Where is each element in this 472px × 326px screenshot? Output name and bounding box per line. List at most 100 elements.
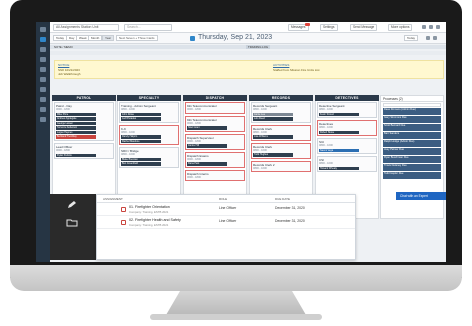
clock-icon[interactable] [40,97,46,102]
calendar-date-icon[interactable] [190,36,195,41]
range-select[interactable]: Next Seven + Three Cards [116,35,158,41]
process-item[interactable]: Gary Simmons Due [383,116,441,123]
person-chip[interactable]: John Rowe [121,112,162,117]
table-row[interactable]: 02. Firefighter Health and Safety Company… [97,216,355,229]
person-chip[interactable]: Robert Stone [319,130,360,135]
shift-card[interactable]: Dispatch Exams 0600 - 1800 Dana Park [185,151,245,168]
home-icon[interactable] [40,37,46,42]
processes-search[interactable] [383,103,441,107]
calendar-icon[interactable] [40,47,46,52]
month-button[interactable]: Month [88,35,103,41]
shift-card[interactable]: Records Clerk 0800 - 1600 Lisa Williams [251,124,311,141]
person-chip[interactable]: Mike Price [56,112,97,117]
person-chip[interactable]: Janice Hill [187,144,228,148]
process-item[interactable]: Ralph Hodge (Admin Due) [383,140,441,147]
document-icon[interactable] [40,107,46,112]
table-row[interactable]: 01. Firefighter Orientation Company: Trai… [97,203,355,216]
person-chip[interactable]: Dylan Perkins [56,153,97,158]
shift-card[interactable]: Detectives 0800 - 1600 Robert Stone [317,120,377,137]
bell-icon[interactable] [429,25,433,29]
shift-card[interactable]: SRO / Bridge 0800 - 1600 Blake Brennan Ben … [119,147,179,169]
person-chip[interactable]: Jamie Lee [253,112,294,117]
person-chip[interactable]: Jed Rhoades [121,117,162,121]
help-icon[interactable] [422,25,426,29]
badge-icon[interactable] [40,87,46,92]
shift-card[interactable]: 911 Telecommunicator 0600 - 1800 Noel Gran… [185,115,245,132]
settings-icon[interactable] [40,117,46,122]
desktop-scene: All Assignments Station Unit Search... M… [0,0,472,326]
person-chip[interactable]: Randy Halprin [121,135,162,139]
person-chip[interactable]: Andrew Applegate [56,117,97,121]
next-icon[interactable] [433,36,437,40]
person-row: John Rowe [121,112,177,117]
person-chip[interactable]: Rachel Mandore [121,139,162,144]
today-right-button[interactable]: Today [404,35,419,41]
year-button[interactable]: Year [102,35,115,41]
user-icon[interactable] [436,25,440,29]
shift-card[interactable]: Dispatch Interns 0600 - 1800 [185,169,245,182]
people-icon[interactable] [40,57,46,62]
person-chip[interactable]: Howard Wheaty [319,166,360,171]
person-chip[interactable]: Todd Hughes [253,153,294,157]
shift-card[interactable]: Lead Officer 0600 - 1800 Dylan Perkins [54,143,114,160]
person-chip[interactable]: George Larsen [56,121,97,126]
assignment-checkbox[interactable] [121,220,126,225]
chat-button[interactable]: Chat with an Expert [396,192,446,200]
training-tag[interactable]: TRAINING LOG [246,45,271,49]
person-chip[interactable]: Kevin Stroud [319,112,360,117]
shift-card[interactable]: 911 Telecommunicator 0600 - 1800 [185,102,245,114]
shift-card[interactable]: SIU 0800 - 1600 Naomi Vega [317,138,377,155]
clipboard-icon[interactable] [40,67,46,72]
memo-tag[interactable]: NOTE / MEMO [52,45,75,49]
person-row: Lisa Williams [253,135,309,139]
process-item[interactable]: Joey Palmer Due [383,148,441,155]
shift-card[interactable]: Detective Sergeant 0800 - 1600 Kevin Strou… [317,102,377,119]
process-item[interactable]: Scott Bernard Due [383,124,441,131]
shift-card[interactable]: Records Clerk 2 0800 - 1600 [251,160,311,173]
assignment-due-date: December 31, 2020 [275,206,305,210]
shift-card[interactable]: CSI 0800 - 1600 Howard Wheaty [317,156,377,173]
shift-card[interactable]: Records Clerk 0800 - 1600 Todd Hughes [251,142,311,159]
subtitle-strip [50,51,446,55]
person-chip[interactable]: Lisa Williams [253,135,294,139]
pen-icon[interactable] [66,200,78,209]
today-button[interactable]: Today [53,35,68,41]
folder-icon[interactable] [66,218,78,227]
shift-card[interactable]: Records Sergeant 0800 - 1600 Jamie Lee Lois… [251,102,311,123]
person-chip[interactable]: Blake Brennan [121,157,162,162]
process-item[interactable]: Ryan Buschman Due [383,156,441,163]
shift-card[interactable]: Training - Admin Sergeant 0800 - 1600 John… [119,102,179,123]
shift-card[interactable]: K-9 0800 - 1600 Randy Halprin Rachel Mandor… [119,124,179,146]
menu-icon[interactable] [40,27,46,32]
send-message-button[interactable]: Send Message [350,24,378,31]
assignment-role: Line Officer [219,206,237,210]
more-options-button[interactable]: More options [388,24,413,31]
person-chip[interactable]: Noel Grant [187,126,228,130]
person-row: Kevin Stroud [319,112,375,117]
settings-button[interactable]: Settings [320,24,338,31]
person-chip[interactable]: Bertrand Tremblay [56,135,97,140]
process-item[interactable]: Todd Hepler Due [383,172,441,179]
chart-icon[interactable] [40,77,46,82]
process-item[interactable]: Dave Romano (Admin Due) [383,108,441,115]
person-chip[interactable]: Ben Greenfield [121,162,162,167]
person-chip[interactable]: Lois Reed [253,117,294,121]
search-input[interactable]: Search... [124,24,172,31]
assignment-title: 01. Firefighter Orientation [129,205,170,209]
person-chip[interactable]: Logan Haynes [56,130,97,135]
messages-button[interactable]: Messages [288,23,310,31]
person-chip[interactable]: Naomi Vega [319,148,360,153]
prev-icon[interactable] [426,36,430,40]
shift-card[interactable]: Dispatch Supervisor 0600 - 1800 Janice Hil… [185,133,245,150]
shift-time: 0600 - 1800 [56,108,70,111]
person-chip[interactable]: Dana Park [187,162,228,166]
person-row: Dylan Perkins [56,153,112,158]
process-item[interactable]: Bart Sanders [383,132,441,139]
person-row: Jed Rhoades [121,117,177,121]
process-item[interactable]: Travis Delaney Due [383,164,441,171]
assignment-selector[interactable]: All Assignments Station Unit [53,24,119,31]
notification-badge [304,23,310,26]
person-chip[interactable]: Terrence Anderson [56,126,97,130]
shift-card[interactable]: Patrol - Day 0600 - 1800 Mike Price Andrew … [54,102,114,142]
assignment-checkbox[interactable] [121,207,126,212]
